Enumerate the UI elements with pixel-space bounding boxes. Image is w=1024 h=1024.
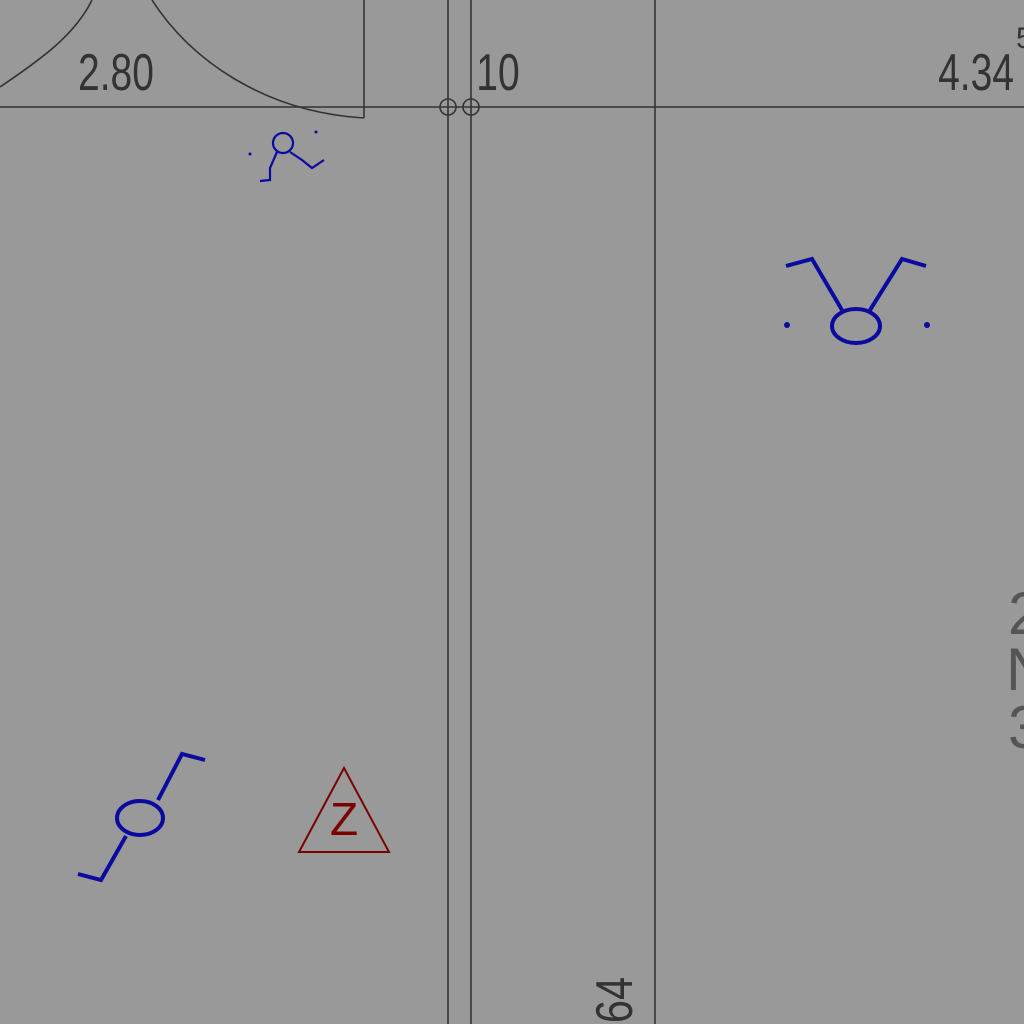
fixture-symbol-icon	[77, 751, 206, 883]
fixture-symbol-icon	[784, 256, 930, 345]
warning-triangle-letter: Z	[330, 793, 358, 845]
fixture-small-leg-right	[289, 151, 325, 170]
door-arc-right	[151, 0, 365, 119]
fixture-bottom-arm-top	[156, 751, 206, 801]
fixture-symbol-icon	[248, 130, 325, 183]
fixture-right-circle	[830, 307, 882, 345]
side-label-3: 3	[1008, 694, 1024, 761]
fixture-small-dot-left	[248, 152, 252, 156]
fixture-right-arm-left	[785, 256, 844, 312]
fixture-right-arm-right	[868, 256, 927, 312]
fixture-right-dot-left	[784, 322, 790, 328]
fixture-small-circle	[271, 131, 295, 155]
dimension-left: 2.80	[78, 42, 154, 101]
dimension-right: 4.34	[938, 42, 1014, 101]
door-swing-icon	[0, 0, 365, 119]
dimension-center: 10	[476, 42, 519, 101]
fixture-small-dot-right	[314, 130, 318, 134]
dimension-bottom: 64	[585, 977, 644, 1023]
fixture-right-dot-right	[924, 322, 930, 328]
dimension-right-suffix: 5	[1016, 22, 1024, 55]
fixture-small-leg-left	[259, 151, 279, 183]
fixture-bottom-arm-bottom	[77, 835, 128, 883]
floor-plan-canvas: 2.80 10 4.34 5 64 2 N 3 Z	[0, 0, 1024, 1024]
warning-triangle-icon: Z	[297, 765, 391, 853]
fixture-bottom-circle	[115, 799, 165, 837]
side-label-2: N	[1006, 636, 1024, 703]
